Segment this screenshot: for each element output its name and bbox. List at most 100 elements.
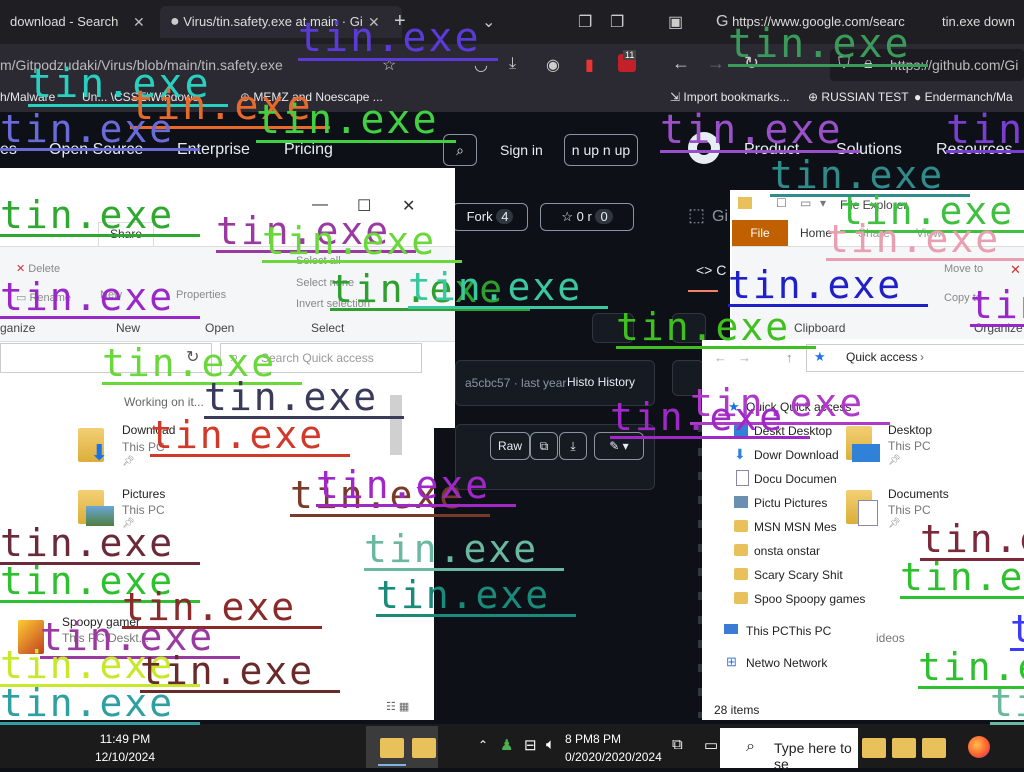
- chevron-down-icon[interactable]: ⌄: [482, 12, 495, 32]
- bookmark-item[interactable]: ● Endermanch/Ma: [914, 90, 1013, 104]
- pin-icon[interactable]: 📌︎: [888, 518, 901, 529]
- extension-icon[interactable]: ▮: [585, 55, 594, 75]
- details-view-icon[interactable]: ☷ ▦: [386, 700, 409, 713]
- tin-exe-overlay-text: tin.exe: [946, 110, 1024, 150]
- nav-msn[interactable]: MSN MSN Mes: [754, 520, 837, 534]
- close-icon[interactable]: ✕: [402, 196, 415, 216]
- star-badge: 0: [595, 209, 613, 224]
- delete-icon[interactable]: ✕: [1010, 262, 1021, 278]
- repo-name-partial[interactable]: Gi: [712, 208, 728, 226]
- back-arrow-icon[interactable]: ←: [714, 350, 727, 365]
- item-name[interactable]: Pictures: [122, 487, 165, 501]
- file-explorer-icon[interactable]: [892, 738, 916, 758]
- copy-icon[interactable]: ⧉: [530, 432, 558, 460]
- volume-icon[interactable]: 🔈︎: [546, 736, 555, 753]
- nav-pictures[interactable]: Pictu Pictures: [754, 496, 827, 510]
- move-to-button[interactable]: Move to: [944, 263, 983, 275]
- properties-button[interactable]: Properties: [176, 289, 226, 301]
- file-tab[interactable]: File: [732, 220, 788, 246]
- commit-info[interactable]: a5cbc57 · last year: [465, 376, 566, 390]
- close-icon[interactable]: ✕: [133, 14, 145, 31]
- tin-exe-overlay-text: tin.exe: [920, 520, 1024, 558]
- item-name[interactable]: Documents: [888, 487, 949, 501]
- tin-exe-overlay-underline: [0, 234, 200, 237]
- tin-exe-overlay-text: tin.exe: [616, 308, 791, 346]
- tab-title: download - Search: [10, 14, 119, 29]
- taskbar-search-box[interactable]: ⌕ Type here to se: [720, 728, 858, 772]
- history-link[interactable]: Histo History: [567, 375, 635, 389]
- globe-icon: ⊕: [808, 90, 819, 104]
- bookmark-item[interactable]: ⊕ RUSSIAN TEST: [808, 90, 909, 104]
- download-icon[interactable]: ⤓: [509, 55, 516, 73]
- task-view-icon[interactable]: ⧉: [672, 736, 683, 753]
- nav-this-pc[interactable]: This PCThis PC: [746, 624, 831, 638]
- back-arrow-icon[interactable]: ←: [672, 53, 690, 74]
- nav-spoopy-games[interactable]: Spoo Spoopy games: [754, 592, 865, 606]
- star-button[interactable]: ☆ 0 r 0: [540, 203, 634, 231]
- search-icon: ⌕: [746, 738, 755, 755]
- clock-time[interactable]: 11:49 PM: [86, 732, 164, 746]
- tab-title: tin.exe down: [942, 14, 1015, 29]
- tab-tin-download[interactable]: tin.exe down: [932, 6, 1024, 38]
- sign-up-button[interactable]: n up n up: [564, 134, 638, 166]
- chevron-up-icon[interactable]: ⌃: [478, 738, 488, 752]
- nav-onstar[interactable]: onsta onstar: [754, 544, 820, 558]
- download-icon: ⬇: [734, 446, 746, 462]
- folder-icon: [734, 568, 748, 580]
- file-explorer-icon[interactable]: [412, 738, 436, 758]
- tab-group-icon[interactable]: ▣: [668, 12, 683, 32]
- search-icon[interactable]: ⌕: [443, 134, 477, 166]
- group-clipboard: Clipboard: [794, 321, 846, 335]
- pin-icon[interactable]: 📌︎: [888, 455, 901, 466]
- clock-time-duplicate[interactable]: 8 PM8 PM: [565, 732, 621, 746]
- nav-scary-shit[interactable]: Scary Scary Shit: [754, 568, 843, 582]
- sign-in-link[interactable]: Sign in: [500, 142, 543, 158]
- raw-button[interactable]: Raw: [490, 432, 530, 460]
- forward-arrow-icon[interactable]: →: [707, 53, 725, 74]
- file-explorer-icon[interactable]: [380, 738, 404, 758]
- checkbox-icon[interactable]: ☐: [776, 196, 787, 210]
- code-tab-partial[interactable]: <> C: [696, 262, 726, 278]
- clock-date[interactable]: 12/10/2024: [86, 750, 164, 764]
- tin-exe-overlay-text: tin.exe: [770, 156, 945, 194]
- tin-exe-overlay-text: tin.exe: [408, 268, 583, 306]
- forward-arrow-icon[interactable]: →: [738, 350, 751, 365]
- fork-count: 4: [496, 209, 514, 224]
- fork-button[interactable]: Fork 4: [452, 203, 528, 231]
- firefox-icon[interactable]: [968, 736, 990, 758]
- account-icon[interactable]: ◉: [546, 55, 560, 75]
- file-explorer-icon[interactable]: [922, 738, 946, 758]
- delete-label: Delete: [28, 263, 61, 275]
- nav-network[interactable]: Netwo Network: [746, 656, 827, 670]
- fork-label: Fork: [466, 209, 493, 224]
- restore-icon[interactable]: ❐: [578, 12, 592, 32]
- restore-icon[interactable]: ❐: [610, 12, 624, 32]
- clock-date-duplicate[interactable]: 0/2020/2020/2024: [565, 750, 662, 764]
- nav-pricing[interactable]: Pricing: [284, 141, 333, 159]
- bookmark-item[interactable]: ⇲ Import bookmarks...: [670, 90, 789, 104]
- tin-exe-overlay-underline: [256, 140, 456, 143]
- scrollbar-thumb[interactable]: [390, 395, 402, 455]
- nav-documents[interactable]: Docu Documen: [754, 472, 837, 486]
- item-name[interactable]: Desktop: [888, 423, 932, 437]
- nav-downloads[interactable]: Dowr Download: [754, 448, 839, 462]
- folder-new-icon[interactable]: ▭: [800, 196, 811, 210]
- up-arrow-icon[interactable]: ↑: [786, 350, 793, 365]
- notifications-icon[interactable]: ▭: [704, 736, 718, 754]
- pin-icon[interactable]: 📌︎: [122, 456, 135, 467]
- breadcrumb[interactable]: Quick access: [846, 350, 917, 364]
- chevron-down-icon[interactable]: ▾: [820, 196, 826, 210]
- chevron-right-icon[interactable]: ›: [920, 350, 924, 364]
- tin-exe-overlay-underline: [408, 306, 608, 309]
- file-explorer-icon[interactable]: [862, 738, 886, 758]
- tin-exe-overlay-text: tin.exe: [256, 100, 439, 140]
- network-icon[interactable]: ⊟: [524, 736, 537, 754]
- people-icon[interactable]: ♟: [500, 736, 513, 754]
- bookmark-label: Import bookmarks...: [683, 90, 790, 104]
- download-icon[interactable]: ⤓: [559, 432, 587, 460]
- tin-exe-overlay-underline: [316, 504, 516, 507]
- documents-icon: [736, 470, 749, 486]
- folder-icon: [734, 520, 748, 532]
- github-icon: ●: [914, 90, 922, 104]
- delete-button[interactable]: ✕ Delete: [16, 262, 60, 275]
